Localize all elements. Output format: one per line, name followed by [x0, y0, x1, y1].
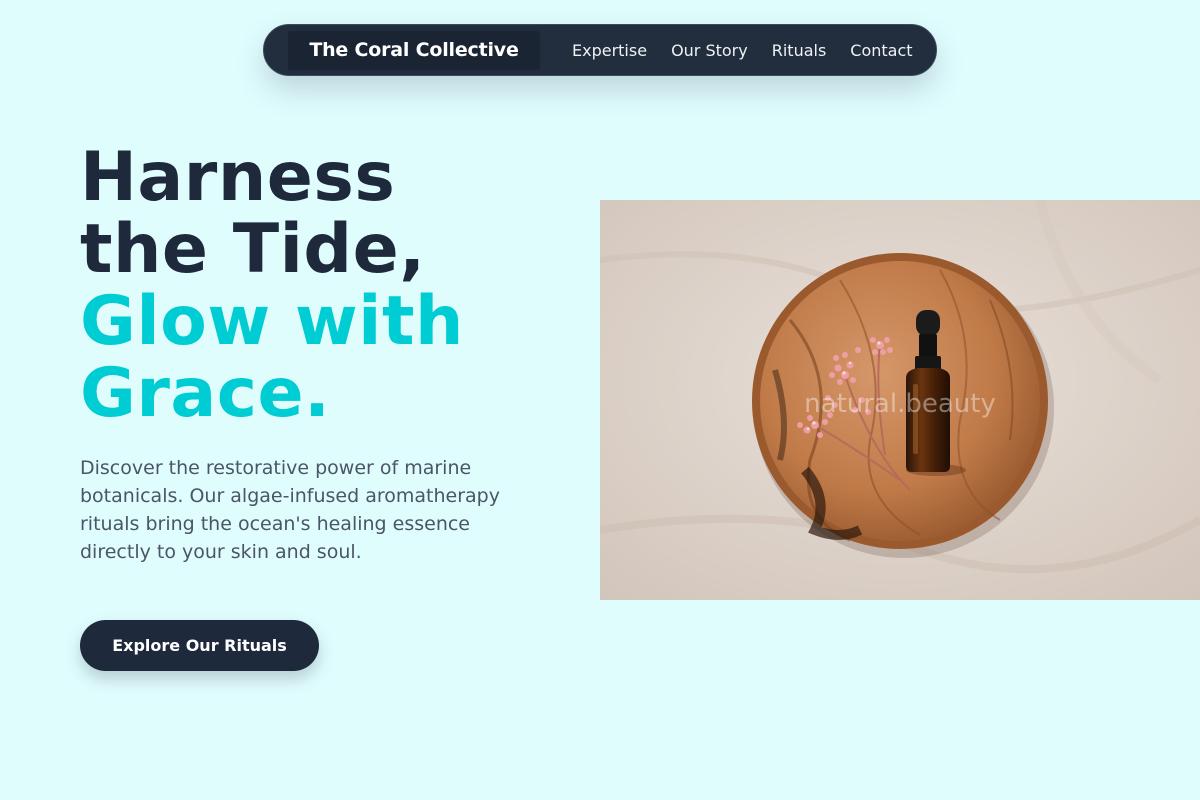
headline-accent-line: Glow with: [80, 282, 464, 361]
landing-page: The Coral Collective Expertise Our Story…: [0, 0, 1200, 800]
nav-link-our-story[interactable]: Our Story: [671, 41, 748, 60]
explore-rituals-button[interactable]: Explore Our Rituals: [80, 620, 319, 671]
nav-link-contact[interactable]: Contact: [850, 41, 912, 60]
top-navigation: The Coral Collective Expertise Our Story…: [263, 24, 937, 76]
headline-accent-line: Grace.: [80, 354, 331, 433]
hero-description: Discover the restorative power of marine…: [80, 457, 500, 563]
headline-line: Harness: [80, 138, 396, 217]
nav-link-rituals[interactable]: Rituals: [772, 41, 827, 60]
brand-logo[interactable]: The Coral Collective: [288, 31, 540, 70]
hero-headline: Harness the Tide, Glow with Grace.: [80, 142, 464, 430]
headline-line: the Tide,: [80, 210, 426, 289]
nav-links: Expertise Our Story Rituals Contact: [572, 25, 913, 75]
serum-bottle-on-wooden-plate-illustration: natural.beauty: [600, 200, 1200, 600]
nav-link-expertise[interactable]: Expertise: [572, 41, 647, 60]
image-watermark: natural.beauty: [804, 389, 996, 419]
hero-product-image: natural.beauty: [600, 200, 1200, 600]
